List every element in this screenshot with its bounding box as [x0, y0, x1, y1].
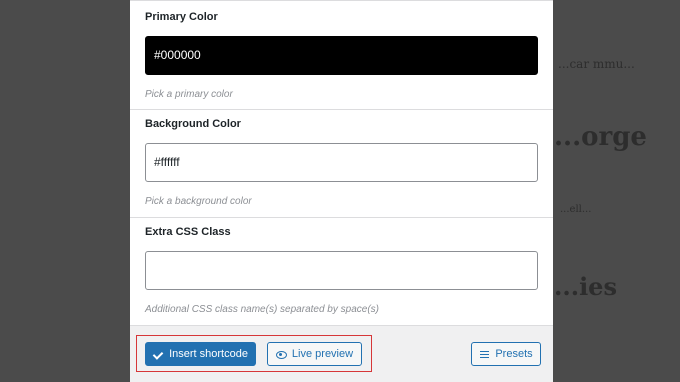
extra-css-label: Extra CSS Class [145, 226, 231, 238]
background-color-help: Pick a background color [145, 196, 252, 207]
background-color-input[interactable]: #ffffff [145, 143, 538, 182]
primary-color-label: Primary Color [145, 11, 218, 23]
primary-color-section: Primary Color #000000 Pick a primary col… [130, 0, 553, 110]
extra-css-input[interactable] [145, 251, 538, 290]
presets-button[interactable]: Presets [471, 342, 541, 366]
modal-footer: Insert shortcode Live preview Presets [130, 325, 553, 382]
insert-shortcode-button[interactable]: Insert shortcode [145, 342, 256, 366]
background-page: ...car mmu... ...orge ...ell... ...ies [548, 0, 680, 382]
background-color-label: Background Color [145, 118, 241, 130]
eye-icon [275, 349, 287, 360]
overlay-shade[interactable] [0, 0, 130, 382]
background-heading: ...orge [554, 122, 647, 152]
primary-color-input[interactable]: #000000 [145, 36, 538, 75]
extra-css-section: Extra CSS Class Additional CSS class nam… [130, 218, 553, 325]
check-icon [153, 349, 164, 360]
background-heading: ...ies [554, 272, 617, 301]
primary-color-help: Pick a primary color [145, 89, 233, 100]
background-text: ...car mmu... [558, 57, 635, 71]
menu-icon [479, 349, 490, 360]
extra-css-help: Additional CSS class name(s) separated b… [145, 304, 379, 315]
shortcode-modal: Primary Color #000000 Pick a primary col… [130, 0, 553, 382]
live-preview-button[interactable]: Live preview [267, 342, 362, 366]
presets-label: Presets [495, 348, 533, 360]
background-color-section: Background Color #ffffff Pick a backgrou… [130, 110, 553, 218]
background-text: ...ell... [560, 204, 592, 215]
insert-shortcode-label: Insert shortcode [169, 348, 248, 360]
live-preview-label: Live preview [291, 348, 354, 360]
